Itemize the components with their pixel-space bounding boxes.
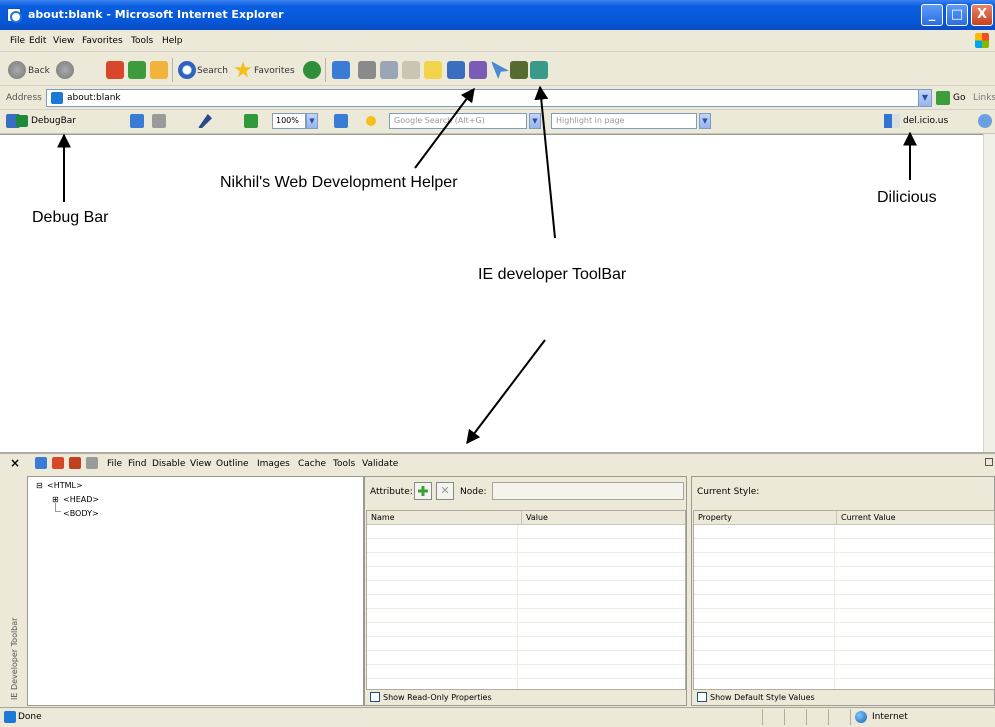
tree-node-body[interactable]: <BODY> — [63, 509, 99, 518]
arrow-to-dev-toolbar — [466, 339, 546, 445]
attribute-grid[interactable]: Name Value — [366, 510, 686, 690]
style-grid-header: Property Current Value — [694, 511, 994, 525]
annotation-ie-toolbar: IE developer ToolBar — [478, 266, 627, 283]
tree-node-head[interactable]: <HEAD> — [63, 495, 99, 504]
zone-label: Internet — [872, 712, 908, 722]
status-divider — [828, 709, 829, 725]
dev-menu-view[interactable]: View — [190, 459, 211, 469]
column-value[interactable]: Value — [521, 511, 548, 524]
status-bar — [0, 707, 995, 727]
grid-divider — [834, 525, 835, 689]
dev-pin-icon[interactable] — [985, 458, 993, 466]
node-label: Node: — [460, 487, 487, 497]
status-divider — [850, 709, 851, 725]
style-grid[interactable]: Property Current Value — [693, 510, 995, 690]
arrow-to-web-dev-helper — [414, 87, 475, 169]
dev-menu-tools[interactable]: Tools — [333, 459, 355, 469]
dev-close-button[interactable]: × — [10, 456, 20, 470]
remove-attribute-button[interactable]: ✕ — [436, 482, 454, 500]
grid-divider — [517, 525, 518, 689]
status-text: Done — [18, 712, 42, 722]
dev-menu-outline[interactable]: Outline — [216, 459, 249, 469]
node-input[interactable] — [492, 482, 684, 500]
clear-icon[interactable] — [86, 457, 98, 469]
tree-expander[interactable]: ⊟ — [36, 481, 43, 490]
column-name[interactable]: Name — [371, 511, 395, 524]
annotation-nikhil: Nikhil's Web Development Helper — [220, 174, 458, 191]
dev-menu-validate[interactable]: Validate — [362, 459, 398, 469]
attribute-label: Attribute: — [370, 487, 413, 497]
annotation-debugbar: Debug Bar — [32, 209, 109, 226]
annotation-dilicious: Dilicious — [877, 189, 937, 206]
dev-menu-file[interactable]: File — [107, 459, 122, 469]
status-divider — [784, 709, 785, 725]
view-dom-icon[interactable] — [69, 457, 81, 469]
show-readonly-checkbox[interactable] — [370, 692, 380, 702]
dev-menu-find[interactable]: Find — [128, 459, 146, 469]
internet-zone-icon — [855, 711, 867, 723]
current-style-label: Current Style: — [697, 487, 760, 497]
arrow-to-ie-toolbar-icon — [534, 85, 556, 239]
dev-side-label: IE Developer Toolbar — [10, 617, 19, 700]
column-property[interactable]: Property — [698, 511, 732, 524]
tree-node-html[interactable]: <HTML> — [47, 481, 83, 490]
attribute-grid-header: Name Value — [367, 511, 685, 525]
select-element-icon[interactable] — [52, 457, 64, 469]
refresh-dom-icon[interactable] — [35, 457, 47, 469]
dev-menu-disable[interactable]: Disable — [152, 459, 185, 469]
dev-menu-images[interactable]: Images — [257, 459, 290, 469]
dev-menu-cache[interactable]: Cache — [298, 459, 326, 469]
status-divider — [806, 709, 807, 725]
show-readonly-label: Show Read-Only Properties — [383, 693, 492, 702]
column-current-value[interactable]: Current Value — [836, 511, 896, 524]
tree-connector — [55, 503, 61, 512]
show-default-label: Show Default Style Values — [710, 693, 815, 702]
page-done-icon — [4, 711, 16, 723]
show-default-checkbox[interactable] — [697, 692, 707, 702]
attribute-grid-body — [367, 525, 685, 689]
status-divider — [762, 709, 763, 725]
style-grid-body — [694, 525, 994, 689]
